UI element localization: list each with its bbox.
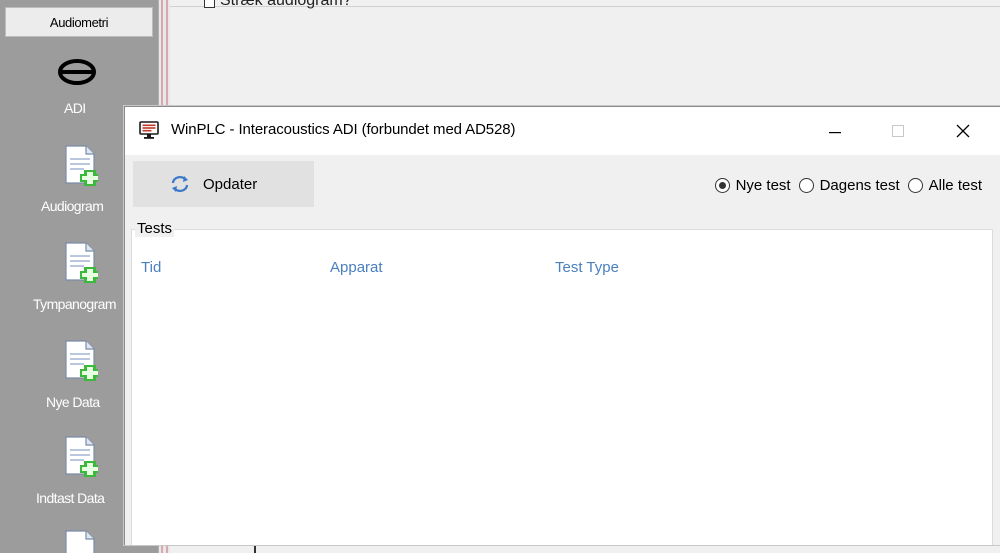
stretch-audiogram-checkbox[interactable] [204, 0, 215, 8]
monitor-app-icon [139, 121, 159, 139]
radio-dagens-test[interactable]: Dagens test [798, 177, 900, 194]
radio-button-checked[interactable] [714, 178, 730, 193]
column-header-apparat[interactable]: Apparat [330, 259, 383, 276]
test-filter-radio-group: Nye test Dagens test Alle test [707, 177, 982, 194]
new-document-icon[interactable] [64, 340, 98, 382]
tests-list[interactable] [131, 229, 993, 545]
tests-group-title: Tests [135, 220, 175, 237]
adi-logo-icon[interactable] [57, 58, 97, 86]
refresh-icon [171, 176, 189, 192]
minimize-icon [829, 132, 841, 134]
sidebar-item-audiogram-label[interactable]: Audiogram [41, 198, 104, 214]
dialog-body: Opdater Nye test Dagens test Alle test T… [125, 155, 1000, 545]
sidebar-item-indtast-data-label[interactable]: Indtast Data [36, 490, 105, 506]
background-grid-mark [254, 545, 256, 553]
refresh-button[interactable]: Opdater [133, 161, 314, 207]
maximize-icon [892, 125, 904, 137]
column-header-test-type[interactable]: Test Type [555, 259, 619, 276]
sidebar-item-tympanogram-label[interactable]: Tympanogram [33, 296, 116, 312]
refresh-button-label: Opdater [203, 175, 258, 193]
dialog-titlebar[interactable]: WinPLC - Interacoustics ADI (forbundet m… [125, 107, 1000, 155]
sidebar-item-adi-label[interactable]: ADI [64, 100, 86, 116]
close-button[interactable] [940, 107, 986, 155]
radio-nye-test-label: Nye test [735, 177, 791, 194]
maximize-button[interactable] [875, 107, 921, 155]
radio-alle-test[interactable]: Alle test [907, 177, 982, 194]
sidebar-header-label: Audiometri [49, 14, 109, 30]
dialog-title: WinPLC - Interacoustics ADI (forbundet m… [171, 121, 516, 138]
stretch-audiogram-label: Stræk audiogram? [220, 0, 352, 9]
radio-alle-test-label: Alle test [928, 177, 982, 194]
new-document-icon[interactable] [64, 145, 98, 187]
radio-button[interactable] [907, 178, 923, 193]
winplc-dialog: WinPLC - Interacoustics ADI (forbundet m… [124, 106, 1000, 545]
radio-nye-test[interactable]: Nye test [714, 177, 791, 194]
close-icon [956, 124, 970, 138]
minimize-button[interactable] [812, 107, 858, 155]
radio-button[interactable] [798, 178, 814, 193]
sidebar-item-nye-data-label[interactable]: Nye Data [46, 394, 100, 410]
new-document-icon[interactable] [64, 530, 98, 553]
column-header-tid[interactable]: Tid [141, 259, 161, 276]
radio-dagens-test-label: Dagens test [819, 177, 900, 194]
sidebar-header-audiometri[interactable]: Audiometri [5, 7, 153, 37]
new-document-icon[interactable] [64, 436, 98, 478]
new-document-icon[interactable] [64, 242, 98, 284]
